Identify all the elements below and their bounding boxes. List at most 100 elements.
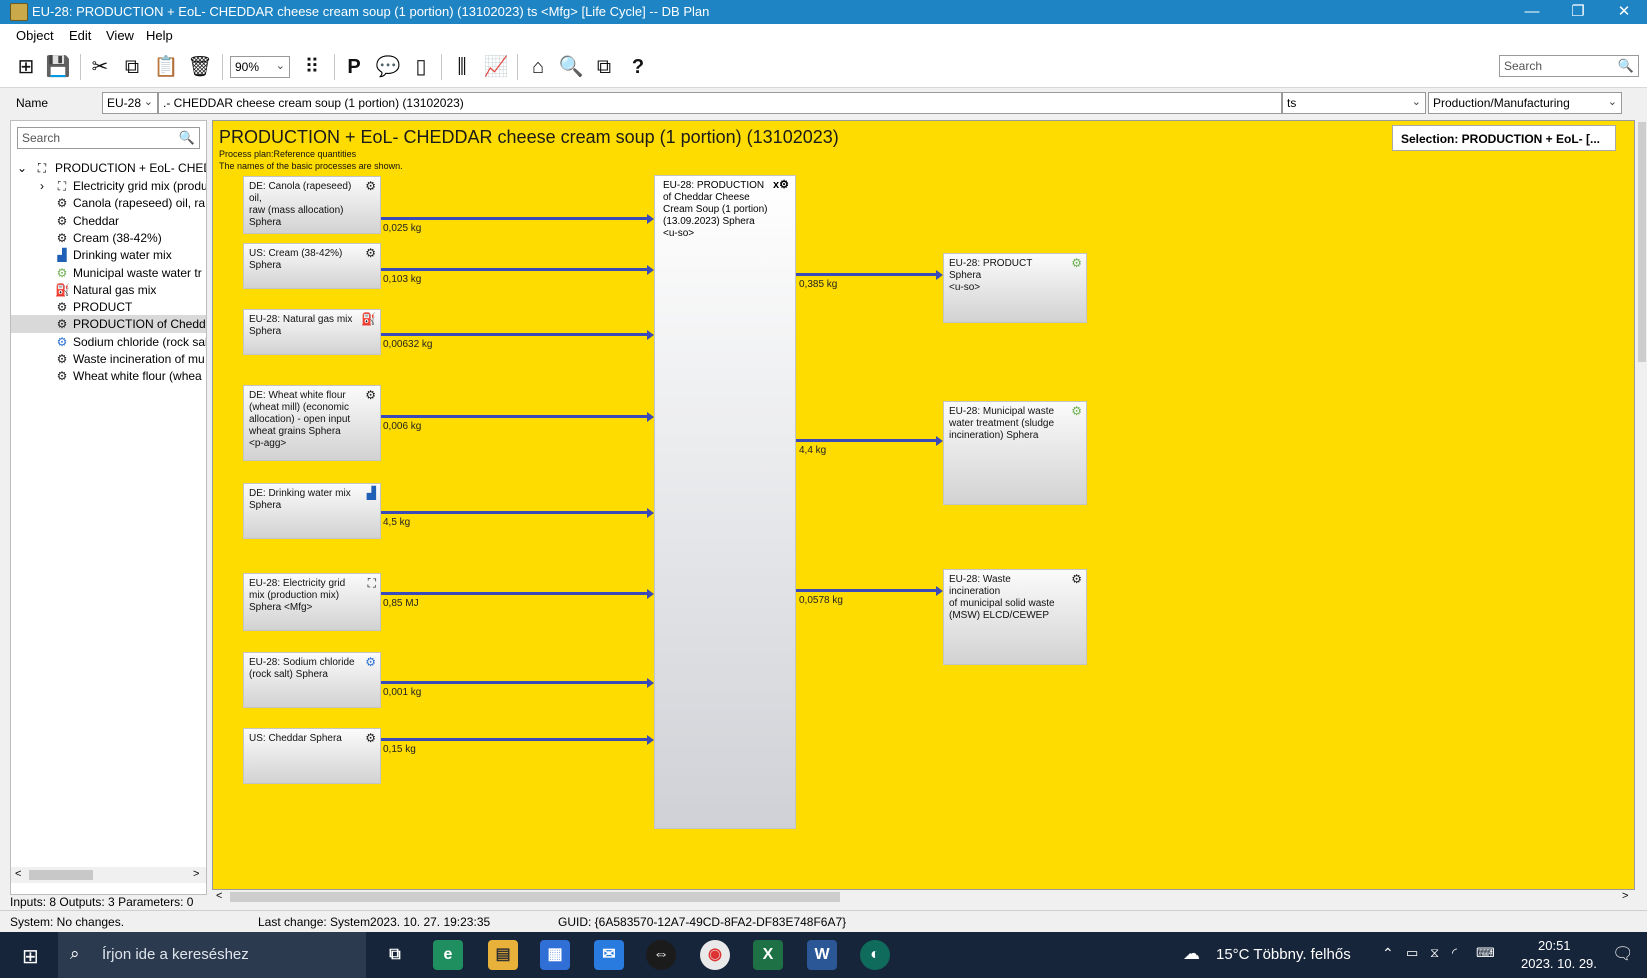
flow-arrow[interactable] bbox=[381, 738, 647, 741]
menu-help[interactable]: Help bbox=[146, 28, 173, 43]
scroll-right-icon[interactable]: > bbox=[1622, 890, 1628, 902]
flow-arrow[interactable] bbox=[796, 439, 936, 442]
balance-icon[interactable]: ⫼ bbox=[449, 54, 475, 80]
task-view-icon[interactable]: ⧉ bbox=[380, 940, 410, 970]
tree-item[interactable]: ▟ Drinking water mix bbox=[11, 246, 206, 264]
tree-item[interactable]: ⚙ Wheat white flour (whea bbox=[11, 367, 206, 385]
tree-item[interactable]: ⚙ Waste incineration of mu bbox=[11, 350, 206, 368]
mail-icon[interactable]: ✉ bbox=[594, 940, 624, 970]
chrome-icon[interactable]: ◉ bbox=[700, 940, 730, 970]
canvas-hscroll[interactable]: < > bbox=[212, 890, 1635, 904]
windows-start-icon[interactable]: ⊞ bbox=[22, 944, 39, 969]
output-process-box[interactable]: ⚙ EU-28: Waste incineration of municipal s… bbox=[943, 569, 1087, 665]
db-plan-app-icon[interactable]: ◐ bbox=[860, 940, 890, 970]
tree-item[interactable]: ⚙ Municipal waste water tr bbox=[11, 264, 206, 282]
search-icon[interactable]: 🔍 bbox=[558, 54, 584, 80]
tree-item[interactable]: ⚙ PRODUCTION of Chedda bbox=[11, 315, 206, 334]
chart-icon[interactable]: 📈 bbox=[483, 54, 509, 80]
tree-item[interactable]: ⚙ PRODUCT bbox=[11, 298, 206, 316]
windows-icon[interactable]: ⧉ bbox=[591, 54, 617, 80]
expand-icon[interactable]: › bbox=[35, 179, 49, 193]
vscroll-thumb[interactable] bbox=[1638, 122, 1646, 362]
collapse-icon[interactable]: ⌄ bbox=[15, 161, 29, 175]
tree-scroll-thumb[interactable] bbox=[29, 870, 93, 880]
home-icon[interactable]: ⌂ bbox=[525, 54, 551, 80]
flow-arrow[interactable] bbox=[381, 681, 647, 684]
scroll-left-icon[interactable]: < bbox=[216, 890, 222, 902]
tree-item[interactable]: ⚙ Cheddar bbox=[11, 212, 206, 230]
input-process-box[interactable]: ⚙ US: Cheddar Sphera bbox=[243, 728, 381, 784]
flow-arrow[interactable] bbox=[381, 592, 647, 595]
word-icon[interactable]: W bbox=[807, 940, 837, 970]
flow-arrow[interactable] bbox=[796, 273, 936, 276]
file-explorer-icon[interactable]: ▤ bbox=[488, 940, 518, 970]
new-object-icon[interactable]: ⊞ bbox=[13, 54, 39, 80]
input-process-box[interactable]: ▟ DE: Drinking water mix Sphera bbox=[243, 483, 381, 539]
network-icon[interactable]: ⧖ bbox=[1430, 945, 1439, 961]
output-process-box[interactable]: ⚙ EU-28: Municipal waste water treatment (… bbox=[943, 401, 1087, 505]
wifi-icon[interactable]: ◜ bbox=[1452, 945, 1457, 961]
flow-arrow[interactable] bbox=[381, 333, 647, 336]
main-process-box[interactable]: x⚙ EU-28: PRODUCTION of Cheddar Cheese C… bbox=[654, 175, 796, 829]
comment-icon[interactable]: 💬 bbox=[375, 54, 401, 80]
zoom-select[interactable]: 90% ⌄ bbox=[230, 56, 290, 78]
tray-chevron-icon[interactable]: ⌃ bbox=[1382, 945, 1394, 962]
tree-item[interactable]: ⛽ Natural gas mix bbox=[11, 281, 206, 299]
tree-item[interactable]: ⚙ Cream (38-42%) bbox=[11, 229, 206, 247]
paste-icon[interactable]: 📋 bbox=[153, 54, 179, 80]
keyboard-icon[interactable]: ⌨ bbox=[1476, 945, 1495, 961]
type-select[interactable]: Production/Manufacturing ⌄ bbox=[1428, 92, 1622, 114]
input-process-box[interactable]: ⚙ US: Cream (38-42%) Sphera bbox=[243, 243, 381, 289]
toolbar-search-input[interactable]: Search 🔍 bbox=[1499, 55, 1639, 77]
flow-arrow[interactable] bbox=[381, 415, 647, 418]
tree-root[interactable]: ⌄ ⛶ PRODUCTION + EoL- CHEDD bbox=[11, 159, 206, 177]
parameter-icon[interactable]: P bbox=[341, 54, 367, 80]
flow-arrow[interactable] bbox=[381, 217, 647, 220]
tree-hscroll[interactable]: < > bbox=[11, 867, 206, 883]
clock-date[interactable]: 2023. 10. 29. bbox=[1521, 956, 1597, 971]
minimize-button[interactable]: — bbox=[1509, 0, 1555, 24]
notification-icon[interactable]: 🗨 bbox=[1612, 944, 1634, 964]
copy-icon[interactable]: ⧉ bbox=[119, 54, 145, 80]
input-process-box[interactable]: ⚙ EU-28: Sodium chloride (rock salt) Spher… bbox=[243, 652, 381, 708]
hscroll-thumb[interactable] bbox=[230, 892, 840, 902]
battery-icon[interactable]: ▭ bbox=[1406, 945, 1418, 961]
menu-view[interactable]: View bbox=[106, 28, 134, 43]
weather-icon[interactable]: ☁ bbox=[1183, 944, 1200, 964]
menu-edit[interactable]: Edit bbox=[69, 28, 91, 43]
source-select[interactable]: ts ⌄ bbox=[1282, 92, 1426, 114]
tree-item[interactable]: ⚙ Canola (rapeseed) oil, ra bbox=[11, 194, 206, 212]
store-icon[interactable]: ▦ bbox=[540, 940, 570, 970]
document-icon[interactable]: ▯ bbox=[408, 54, 434, 80]
delete-icon[interactable]: 🗑 bbox=[187, 54, 213, 80]
tree-item[interactable]: ⚙ Sodium chloride (rock salt bbox=[11, 333, 206, 351]
taskbar-search[interactable]: ⌕ Írjon ide a kereséshez bbox=[58, 932, 366, 978]
menu-object[interactable]: Object bbox=[16, 28, 54, 43]
input-process-box[interactable]: ⚙ DE: Canola (rapeseed) oil, raw (mass all… bbox=[243, 176, 381, 234]
cut-icon[interactable]: ✂ bbox=[87, 54, 113, 80]
selection-dropdown[interactable]: Selection: PRODUCTION + EoL- [... bbox=[1392, 125, 1616, 151]
save-icon[interactable]: 💾 bbox=[45, 54, 71, 80]
close-button[interactable]: ✕ bbox=[1601, 0, 1647, 24]
tree-item[interactable]: › ⛶ Electricity grid mix (produ bbox=[11, 177, 206, 195]
input-process-box[interactable]: ⛽ EU-28: Natural gas mix Sphera bbox=[243, 309, 381, 355]
tree-search-input[interactable]: Search 🔍 bbox=[17, 127, 200, 149]
restore-button[interactable]: ❐ bbox=[1555, 0, 1601, 24]
weather-text[interactable]: 15°C Többny. felhős bbox=[1216, 946, 1351, 963]
flow-arrow[interactable] bbox=[381, 268, 647, 271]
help-icon[interactable]: ? bbox=[625, 54, 651, 80]
plan-canvas[interactable]: PRODUCTION + EoL- CHEDDAR cheese cream s… bbox=[212, 120, 1635, 890]
output-process-box[interactable]: ⚙ EU-28: PRODUCT Sphera <u-so> bbox=[943, 253, 1087, 323]
excel-icon[interactable]: X bbox=[753, 940, 783, 970]
input-process-box[interactable]: ⚙ DE: Wheat white flour (wheat mill) (econ… bbox=[243, 385, 381, 461]
teamviewer-icon[interactable]: ⇔ bbox=[646, 940, 676, 970]
name-input[interactable]: .- CHEDDAR cheese cream soup (1 portion)… bbox=[158, 92, 1282, 114]
flow-arrow[interactable] bbox=[796, 589, 936, 592]
edge-icon[interactable]: e bbox=[433, 940, 463, 970]
canvas-vscroll[interactable] bbox=[1637, 120, 1647, 890]
clock-time[interactable]: 20:51 bbox=[1538, 938, 1571, 953]
flow-arrow[interactable] bbox=[381, 511, 647, 514]
scroll-right-icon[interactable]: > bbox=[193, 868, 199, 880]
input-process-box[interactable]: ⛶ EU-28: Electricity grid mix (production … bbox=[243, 573, 381, 631]
region-select[interactable]: EU-28 ⌄ bbox=[102, 92, 158, 114]
